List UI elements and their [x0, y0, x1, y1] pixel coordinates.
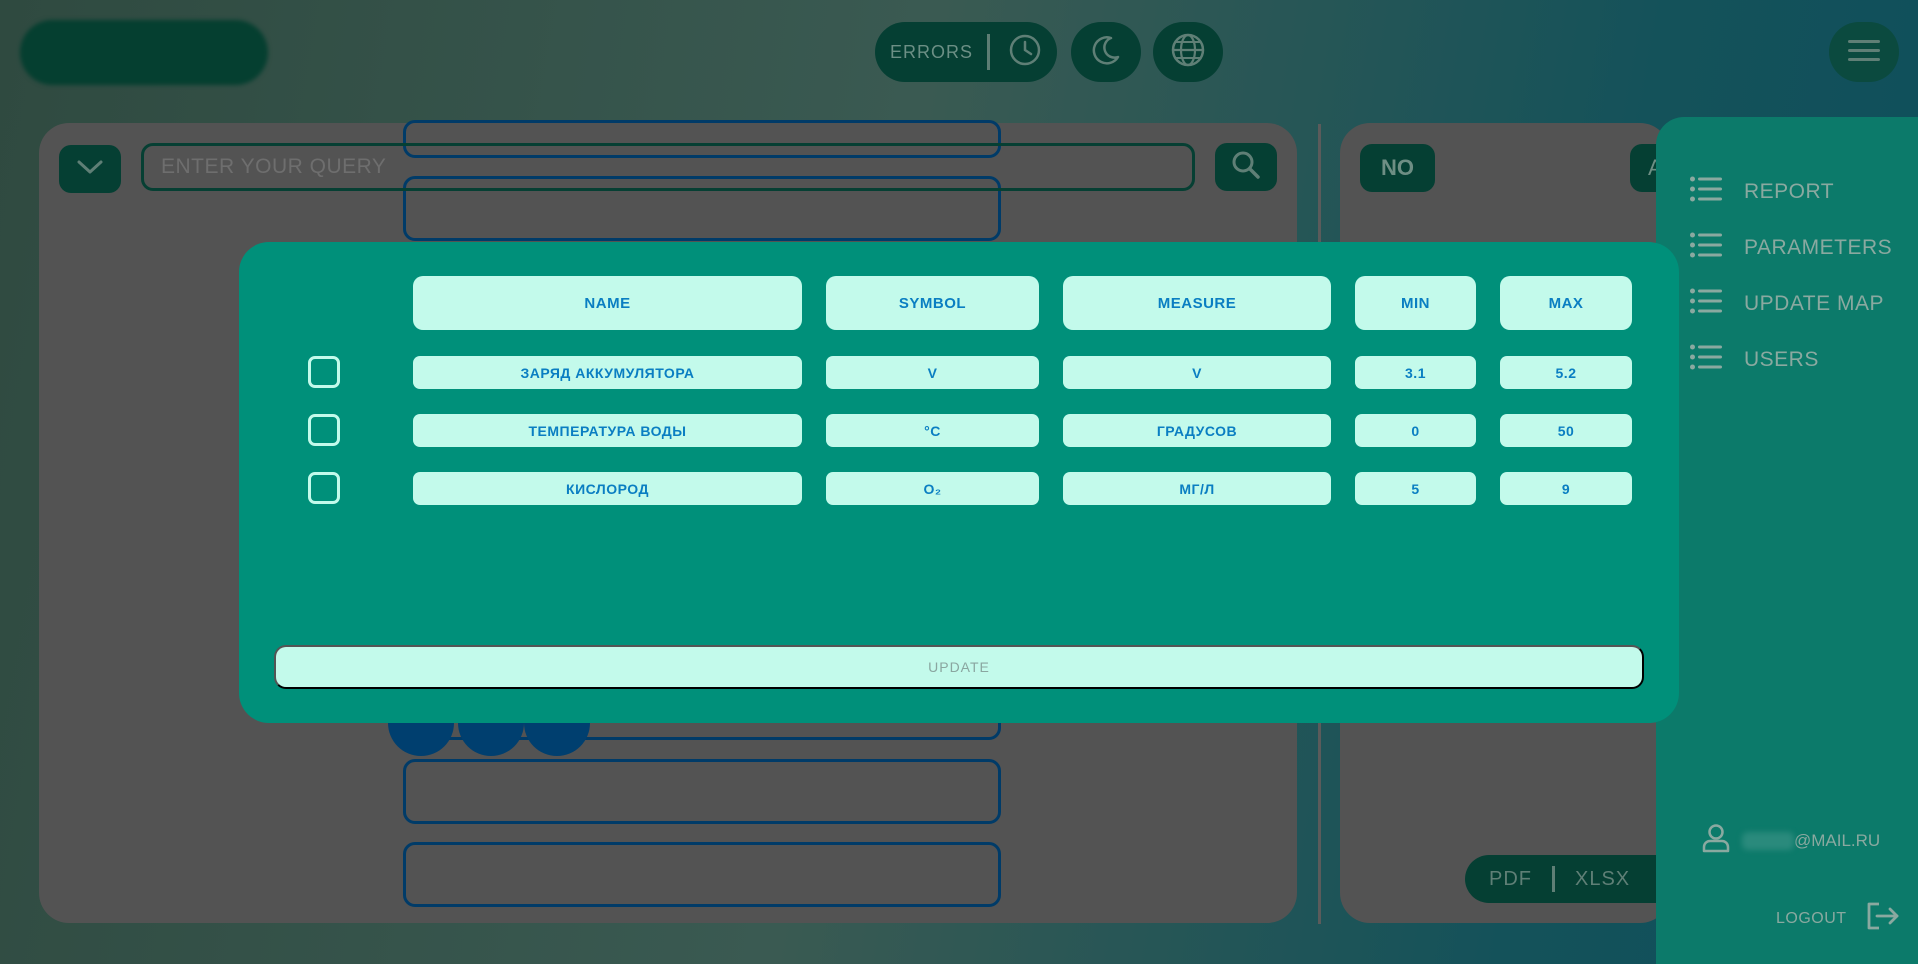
moon-icon: [1089, 33, 1123, 72]
row-checkbox[interactable]: [308, 356, 340, 388]
column-header-max: MAX: [1500, 276, 1632, 330]
sidebar-item-update-map[interactable]: UPDATE MAP: [1690, 288, 1884, 320]
sidebar-item-label: PARAMETERS: [1744, 236, 1893, 259]
user-icon: [1702, 823, 1730, 858]
language-button[interactable]: [1153, 22, 1223, 82]
errors-separator: [987, 34, 991, 70]
sidebar-item-report[interactable]: REPORT: [1690, 176, 1834, 208]
sidebar-item-label: USERS: [1744, 348, 1819, 371]
parameters-modal: NAME SYMBOL MEASURE MIN MAX ЗАРЯД АККУМУ…: [239, 242, 1679, 723]
cell-max[interactable]: 50: [1500, 414, 1632, 447]
sidebar-item-users[interactable]: USERS: [1690, 344, 1819, 376]
user-email: @MAIL.RU: [1794, 830, 1881, 850]
logout-icon: [1865, 900, 1901, 937]
cell-min[interactable]: 3.1: [1355, 356, 1476, 389]
export-xlsx-button[interactable]: XLSX: [1575, 868, 1630, 891]
menu-button[interactable]: [1829, 22, 1899, 82]
list-icon: [1690, 344, 1722, 376]
column-header-symbol: SYMBOL: [826, 276, 1039, 330]
list-icon: [1690, 288, 1722, 320]
row-checkbox[interactable]: [308, 414, 340, 446]
user-email-blurred: [1742, 831, 1794, 850]
cell-name[interactable]: ЗАРЯД АККУМУЛЯТОРА: [413, 356, 802, 389]
cell-max[interactable]: 9: [1500, 472, 1632, 505]
list-icon: [1690, 232, 1722, 264]
logo: [20, 20, 268, 85]
cell-name[interactable]: ТЕМПЕРАТУРА ВОДЫ: [413, 414, 802, 447]
search-icon: [1231, 150, 1261, 185]
cell-min[interactable]: 0: [1355, 414, 1476, 447]
cell-name[interactable]: КИСЛОРОД: [413, 472, 802, 505]
export-buttons: PDF XLSX: [1465, 855, 1670, 903]
sidebar-item-parameters[interactable]: PARAMETERS: [1690, 232, 1892, 264]
logout-label: LOGOUT: [1776, 909, 1847, 927]
cell-symbol[interactable]: V: [826, 356, 1039, 389]
column-header-name: NAME: [413, 276, 802, 330]
cell-max[interactable]: 5.2: [1500, 356, 1632, 389]
chevron-down-icon: [76, 158, 104, 181]
logout-button[interactable]: LOGOUT: [1776, 900, 1901, 937]
cell-symbol[interactable]: °C: [826, 414, 1039, 447]
search-input[interactable]: [141, 143, 1195, 191]
cell-measure[interactable]: V: [1063, 356, 1331, 389]
update-button[interactable]: UPDATE: [274, 645, 1644, 689]
sidebar-item-label: UPDATE MAP: [1744, 292, 1884, 315]
form-field[interactable]: [403, 842, 1001, 907]
cell-min[interactable]: 5: [1355, 472, 1476, 505]
export-separator: [1552, 866, 1555, 892]
errors-button[interactable]: ERRORS: [875, 22, 1057, 82]
dropdown-toggle-button[interactable]: [59, 145, 121, 193]
cell-measure[interactable]: ГРАДУСОВ: [1063, 414, 1331, 447]
list-icon: [1690, 176, 1722, 208]
column-header-measure: MEASURE: [1063, 276, 1331, 330]
globe-icon: [1170, 32, 1206, 73]
theme-toggle-button[interactable]: [1071, 22, 1141, 82]
no-button[interactable]: NO: [1360, 144, 1435, 192]
export-pdf-button[interactable]: PDF: [1489, 868, 1532, 891]
user-account[interactable]: @MAIL.RU: [1702, 823, 1880, 858]
sidebar-item-label: REPORT: [1744, 180, 1835, 203]
row-checkbox[interactable]: [308, 472, 340, 504]
cell-symbol[interactable]: O₂: [826, 472, 1039, 505]
cell-measure[interactable]: МГ/Л: [1063, 472, 1331, 505]
form-field[interactable]: [403, 759, 1001, 824]
errors-label: ERRORS: [890, 41, 974, 62]
search-button[interactable]: [1215, 143, 1277, 191]
hamburger-menu-icon: [1848, 38, 1880, 67]
column-header-min: MIN: [1355, 276, 1476, 330]
sidebar: REPORT PARAMETERS UPDATE MAP USERS @MAIL…: [1656, 117, 1918, 964]
clock-icon: [1008, 33, 1042, 72]
